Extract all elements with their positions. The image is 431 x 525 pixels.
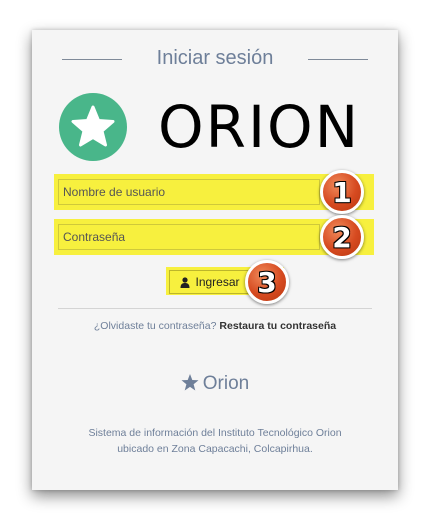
login-button-label: Ingresar bbox=[195, 275, 240, 289]
step-3-badge: 3 bbox=[245, 260, 289, 304]
step-1-badge: 1 bbox=[320, 170, 364, 214]
step-2-badge: 2 bbox=[320, 215, 364, 259]
password-input[interactable]: Contraseña bbox=[58, 224, 320, 250]
logo-wordmark: ORION bbox=[158, 93, 361, 161]
login-button[interactable]: Ingresar bbox=[169, 270, 251, 294]
forgot-password-text: ¿Olvidaste tu contraseña? bbox=[93, 320, 217, 332]
footer-description-line-1: Sistema de información del Instituto Tec… bbox=[88, 427, 342, 439]
login-card: Iniciar sesión ORION Nombre de usuario 1… bbox=[32, 30, 398, 490]
user-icon bbox=[180, 276, 190, 288]
divider bbox=[58, 308, 372, 309]
footer-description-line-2: ubicado en Zona Capacachi, Colcapirhua. bbox=[117, 443, 313, 455]
footer-brand-name: Orion bbox=[202, 373, 250, 394]
login-header: Iniciar sesión bbox=[32, 44, 398, 74]
forgot-password-row: ¿Olvidaste tu contraseña? Restaura tu co… bbox=[32, 320, 398, 332]
username-input[interactable]: Nombre de usuario bbox=[58, 179, 320, 205]
star-icon bbox=[181, 374, 199, 391]
footer-brand: Orion bbox=[32, 373, 398, 395]
page-title: Iniciar sesión bbox=[156, 47, 274, 69]
footer-description: Sistema de información del Instituto Tec… bbox=[52, 425, 378, 457]
logo-star-icon bbox=[59, 93, 127, 161]
restore-password-link[interactable]: Restaura tu contraseña bbox=[219, 320, 336, 332]
